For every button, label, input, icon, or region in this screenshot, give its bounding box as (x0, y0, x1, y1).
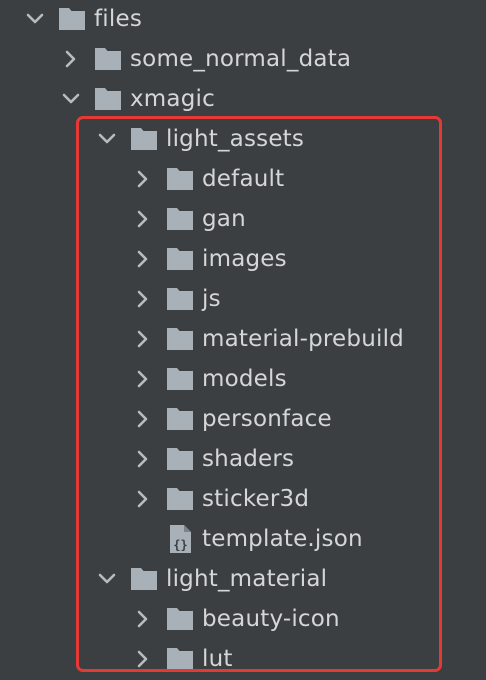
tree-node-label: lut (202, 646, 233, 672)
folder-icon (166, 207, 194, 231)
folder-icon (130, 127, 158, 151)
folder-icon (130, 567, 158, 591)
tree-node-js[interactable]: js (0, 280, 486, 320)
chevron-right-icon[interactable] (132, 448, 154, 470)
tree-node-lut[interactable]: lut (0, 640, 486, 680)
tree-node-label: xmagic (130, 86, 215, 112)
folder-icon (166, 607, 194, 631)
tree-node-label: material-prebuild (202, 326, 404, 352)
chevron-right-icon[interactable] (132, 648, 154, 670)
tree-node-label: files (94, 6, 143, 32)
folder-icon (166, 447, 194, 471)
tree-node-label: js (202, 286, 221, 312)
folder-icon (94, 87, 122, 111)
tree-node-label: template.json (202, 526, 363, 552)
tree-node-light-material[interactable]: light_material (0, 560, 486, 600)
tree-node-label: images (202, 246, 287, 272)
tree-node-default[interactable]: default (0, 160, 486, 200)
tree-node-label: models (202, 366, 287, 392)
chevron-right-icon[interactable] (132, 168, 154, 190)
tree-node-label: light_assets (166, 126, 305, 152)
folder-icon (166, 647, 194, 671)
folder-icon (166, 487, 194, 511)
folder-icon (166, 167, 194, 191)
tree-node-template-json[interactable]: template.json (0, 520, 486, 560)
tree-node-files[interactable]: files (0, 0, 486, 40)
folder-icon (166, 367, 194, 391)
chevron-right-icon[interactable] (132, 288, 154, 310)
chevron-down-icon[interactable] (24, 8, 46, 30)
tree-node-some-normal-data[interactable]: some_normal_data (0, 40, 486, 80)
chevron-down-icon[interactable] (96, 568, 118, 590)
folder-icon (94, 47, 122, 71)
tree-node-images[interactable]: images (0, 240, 486, 280)
chevron-right-icon[interactable] (132, 368, 154, 390)
tree-node-material-prebuild[interactable]: material-prebuild (0, 320, 486, 360)
project-tree: files some_normal_data xmagic light_asse… (0, 0, 486, 680)
chevron-right-icon[interactable] (60, 48, 82, 70)
tree-node-label: personface (202, 406, 332, 432)
tree-node-label: beauty-icon (202, 606, 340, 632)
chevron-right-icon[interactable] (132, 408, 154, 430)
folder-icon (166, 327, 194, 351)
tree-node-label: sticker3d (202, 486, 310, 512)
tree-node-models[interactable]: models (0, 360, 486, 400)
chevron-down-icon[interactable] (96, 128, 118, 150)
tree-node-personface[interactable]: personface (0, 400, 486, 440)
folder-icon (166, 247, 194, 271)
tree-node-label: shaders (202, 446, 295, 472)
chevron-right-icon[interactable] (132, 608, 154, 630)
folder-icon (166, 407, 194, 431)
tree-node-xmagic[interactable]: xmagic (0, 80, 486, 120)
tree-node-sticker3d[interactable]: sticker3d (0, 480, 486, 520)
tree-node-shaders[interactable]: shaders (0, 440, 486, 480)
json-file-icon (166, 524, 194, 554)
tree-node-label: gan (202, 206, 246, 232)
tree-node-label: default (202, 166, 285, 192)
tree-node-beauty-icon[interactable]: beauty-icon (0, 600, 486, 640)
tree-node-light-assets[interactable]: light_assets (0, 120, 486, 160)
chevron-right-icon[interactable] (132, 488, 154, 510)
chevron-right-icon[interactable] (132, 328, 154, 350)
chevron-right-icon[interactable] (132, 208, 154, 230)
folder-icon (166, 287, 194, 311)
chevron-right-icon[interactable] (132, 248, 154, 270)
tree-node-label: some_normal_data (130, 46, 352, 72)
folder-icon (58, 7, 86, 31)
chevron-down-icon[interactable] (60, 88, 82, 110)
tree-node-label: light_material (166, 566, 328, 592)
tree-node-gan[interactable]: gan (0, 200, 486, 240)
